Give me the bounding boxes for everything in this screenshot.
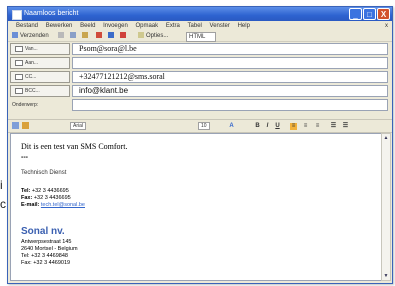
window-title: Naamloos bericht — [24, 10, 79, 17]
header-row-from: Van... Psom@sora@l.be — [8, 43, 392, 56]
company-tel: Tel: +32 3 4469848 — [21, 253, 68, 259]
email-link[interactable]: tech.tel@sonal.be — [41, 202, 85, 208]
close-document-button[interactable]: x — [385, 21, 388, 31]
align-left-icon[interactable]: ≡ — [290, 122, 297, 130]
header-row-cc: CC... +32477121212@sms.soral — [8, 71, 392, 84]
envelope-icon — [15, 73, 23, 80]
font-size-value: 10 — [198, 122, 210, 130]
formatting-toolbar: Arial 10 A B I U ≡ ≡ ≡ ☰ ☰ — [8, 119, 392, 133]
cc-field[interactable]: +32477121212@sms.soral — [72, 71, 388, 83]
font-color-icon[interactable]: A — [228, 122, 235, 130]
attach-icon[interactable] — [58, 31, 66, 41]
background-letter-i: i — [0, 178, 3, 192]
menu-help[interactable]: Help — [238, 23, 250, 29]
font-value: Arial — [70, 122, 87, 130]
flag-icon[interactable] — [120, 31, 128, 41]
background-letter-c: c — [0, 197, 6, 211]
email-label: E-mail: — [21, 202, 40, 208]
fax-line: Fax: +32 3 4436695 — [21, 195, 71, 201]
signature-separator: --- — [21, 154, 28, 161]
from-button[interactable]: Van... — [10, 43, 70, 55]
bcc-label: BCC... — [25, 88, 40, 94]
underline-icon[interactable]: U — [274, 122, 281, 130]
font-color-picker-icon[interactable] — [22, 122, 29, 130]
font-select[interactable]: Arial — [70, 122, 87, 130]
font-size-select[interactable]: 10 — [198, 122, 210, 130]
scroll-up-icon[interactable]: ▲ — [382, 134, 390, 142]
maximize-button[interactable]: □ — [363, 8, 376, 20]
title-bar: Naamloos bericht _ □ X — [8, 7, 392, 21]
subject-label: Onderwerp: — [12, 102, 39, 108]
bcc-button[interactable]: BCC... — [10, 85, 70, 97]
menu-opmaak[interactable]: Opmaak — [135, 23, 158, 29]
header-row-bcc: BCC... info@klant.be — [8, 85, 392, 98]
message-icon — [12, 10, 22, 20]
to-label: Aan... — [25, 60, 39, 66]
cc-button[interactable]: CC... — [10, 71, 70, 83]
send-button[interactable]: Verzenden — [12, 31, 49, 41]
department: Technisch Dienst — [21, 170, 67, 176]
body-text: Dit is een test van SMS Comfort. — [21, 142, 128, 151]
align-center-icon[interactable]: ≡ — [302, 122, 309, 130]
from-field[interactable]: Psom@sora@l.be — [72, 43, 388, 55]
scroll-down-icon[interactable]: ▼ — [382, 272, 390, 280]
menu-venster[interactable]: Venster — [210, 23, 230, 29]
menu-tabel[interactable]: Tabel — [188, 23, 202, 29]
menu-beeld[interactable]: Beeld — [80, 23, 95, 29]
importance-icon[interactable] — [96, 31, 104, 41]
format-select[interactable]: HTML — [186, 32, 217, 42]
envelope-icon — [15, 87, 23, 94]
tel-label: Tel: — [21, 188, 31, 194]
options-label: Opties... — [146, 33, 169, 39]
align-right-icon[interactable]: ≡ — [314, 122, 321, 130]
italic-icon[interactable]: I — [264, 122, 271, 130]
close-button[interactable]: X — [377, 8, 390, 20]
from-label: Van... — [25, 46, 38, 52]
to-button[interactable]: Aan... — [10, 57, 70, 69]
fax-value: +32 3 4436695 — [33, 195, 71, 201]
tel-value: +32 3 4436695 — [31, 188, 69, 194]
compose-window: Naamloos bericht _ □ X Bestand Bewerken … — [7, 6, 393, 284]
menu-extra[interactable]: Extra — [166, 23, 180, 29]
tel-line: Tel: +32 3 4436695 — [21, 188, 69, 194]
menu-bewerken[interactable]: Bewerken — [46, 23, 73, 29]
numbered-list-icon[interactable]: ☰ — [330, 122, 337, 130]
check-names-icon[interactable] — [82, 31, 90, 41]
fax-label: Fax: — [21, 195, 33, 201]
company-name: Sonal nv. — [21, 226, 65, 237]
cc-label: CC... — [25, 74, 37, 80]
bcc-field[interactable]: info@klant.be — [72, 85, 388, 97]
options-button[interactable]: Opties... — [138, 31, 168, 41]
email-line: E-mail: tech.tel@sonal.be — [21, 202, 85, 208]
message-body[interactable]: Dit is een test van SMS Comfort. --- Tec… — [10, 133, 382, 281]
send-label: Verzenden — [20, 33, 49, 39]
minimize-button[interactable]: _ — [349, 8, 362, 20]
company-fax: Fax: +32 3 4469019 — [21, 260, 71, 266]
to-field[interactable] — [72, 57, 388, 69]
envelope-icon — [15, 59, 23, 66]
address-line-1: Antwerpsestraat 145 — [21, 239, 72, 245]
header-row-subject: Onderwerp: — [8, 99, 392, 112]
header-row-to: Aan... — [8, 57, 392, 70]
options-icon — [138, 32, 144, 39]
style-icon[interactable] — [12, 122, 19, 130]
standard-toolbar: Verzenden Opties... HTML — [8, 31, 392, 42]
menu-bar: Bestand Bewerken Beeld Invoegen Opmaak E… — [8, 21, 392, 31]
low-importance-icon[interactable] — [108, 31, 116, 41]
menu-bestand[interactable]: Bestand — [16, 23, 38, 29]
vertical-scrollbar[interactable]: ▲ ▼ — [381, 133, 391, 281]
subject-field[interactable] — [72, 99, 388, 111]
envelope-icon — [15, 45, 23, 52]
address-line-2: 2640 Mortsel - Belgium — [21, 246, 78, 252]
bullet-list-icon[interactable]: ☰ — [342, 122, 349, 130]
send-icon — [12, 32, 18, 39]
menu-invoegen[interactable]: Invoegen — [103, 23, 128, 29]
bold-icon[interactable]: B — [254, 122, 261, 130]
address-book-icon[interactable] — [70, 31, 78, 41]
